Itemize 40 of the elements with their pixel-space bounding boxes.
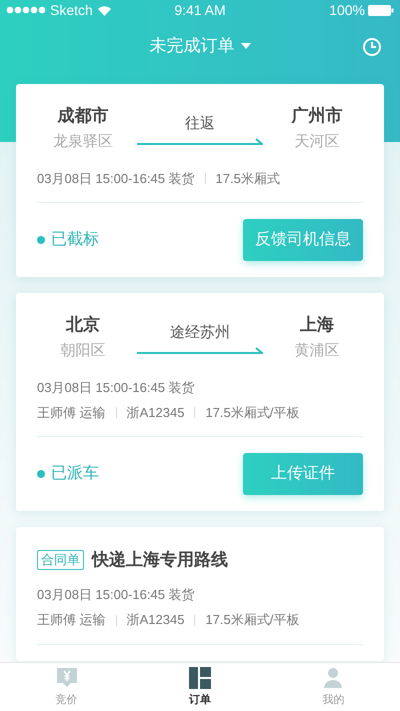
route-label: 往返	[185, 114, 215, 134]
status-label: 已截标	[51, 230, 99, 250]
contract-tag: 合同单	[37, 550, 84, 570]
tab-item[interactable]: 我的	[266, 663, 400, 711]
district-name: 龙泉驿区	[53, 132, 113, 152]
battery-percent: 100%	[329, 0, 365, 20]
info-text: 17.5米厢式	[216, 170, 280, 188]
info-text: 王师傅 运输	[37, 404, 106, 422]
info-text: 浙A12345	[126, 611, 184, 630]
district-name: 朝阳区	[60, 341, 106, 361]
action-button[interactable]: 上传证件	[243, 453, 363, 495]
info-text: 03月08日 15:00-16:45 装货	[37, 586, 195, 604]
district-name: 黄浦区	[294, 341, 340, 361]
status-time: 9:41 AM	[174, 0, 226, 20]
tab-item[interactable]: 竞价	[0, 663, 134, 711]
grid-icon	[188, 666, 212, 690]
city-name: 北京	[66, 314, 100, 336]
tab-item[interactable]: 订单	[133, 663, 267, 711]
carrier-name: Sketch	[50, 0, 93, 20]
status-label: 已派车	[51, 464, 99, 484]
city-name: 广州市	[292, 105, 342, 127]
battery-icon	[368, 4, 394, 16]
caret-icon	[240, 43, 250, 49]
route-title: 快递上海专用路线	[92, 549, 228, 571]
wifi-icon	[96, 4, 112, 16]
city-name: 上海	[300, 314, 334, 336]
route-label: 途经苏州	[170, 323, 230, 343]
history-icon[interactable]	[362, 37, 382, 57]
action-button[interactable]: 反馈司机信息	[243, 219, 363, 261]
info-text: 03月08日 15:00-16:45 装货	[37, 170, 195, 188]
price-tag-icon	[54, 666, 79, 690]
district-name: 天河区	[294, 132, 340, 152]
signal-icon	[6, 6, 46, 14]
info-text: 浙A12345	[126, 404, 184, 422]
info-text: 王师傅 运输	[37, 611, 106, 630]
info-text: 17.5米厢式/平板	[205, 404, 300, 422]
info-text: 03月08日 15:00-16:45 装货	[37, 378, 195, 397]
info-text: 17.5米厢式/平板	[205, 611, 300, 630]
title-dropdown[interactable]: 未完成订单	[150, 33, 250, 59]
city-name: 成都市	[58, 105, 108, 127]
